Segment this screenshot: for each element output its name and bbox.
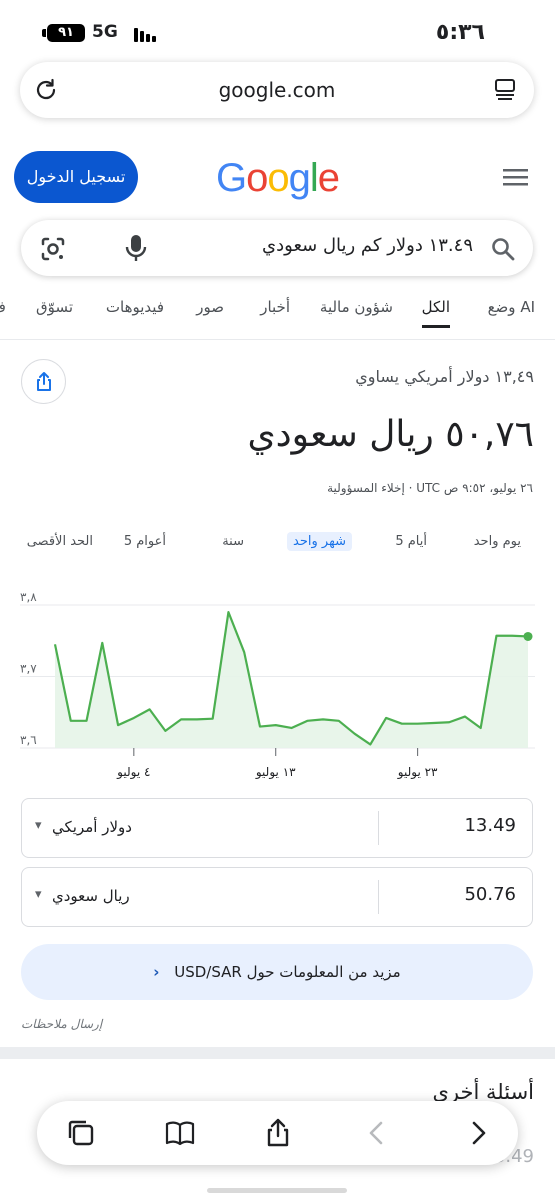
logo-letter: l (309, 156, 319, 200)
range-max[interactable]: الحد الأقصى (27, 534, 93, 549)
conversion-from-text: ١٣,٤٩ دولار أمريكي يساوي (355, 367, 534, 386)
from-amount-input[interactable]: 13.49 (464, 815, 516, 836)
tab-all[interactable]: الكل (421, 298, 450, 328)
network-type: 5G (92, 22, 118, 42)
more-info-label: مزيد من المعلومات حول USD/SAR (174, 963, 401, 981)
battery-nub (42, 29, 46, 37)
sign-in-button[interactable]: تسجيل الدخول (14, 151, 138, 203)
tab-images[interactable]: صور (196, 298, 224, 316)
logo-letter: g (288, 156, 311, 200)
battery-indicator: ٩١ (47, 24, 85, 42)
share-icon (37, 372, 51, 391)
to-currency-box[interactable]: 50.76 ريال سعودي ▾ (21, 867, 533, 927)
tab-more[interactable]: ف (0, 298, 6, 316)
search-tabs: وضع AI الكل شؤون مالية أخبار صور فيديوها… (0, 296, 555, 340)
logo-letter: e (317, 156, 340, 200)
chevron-left-icon: ‹ (153, 963, 160, 981)
y-tick-label: ٣,٨ (20, 590, 37, 604)
tab-news[interactable]: أخبار (260, 298, 290, 316)
from-currency-select[interactable]: دولار أمريكي (52, 818, 132, 836)
google-logo[interactable]: Google (216, 156, 340, 201)
bookmarks-icon[interactable] (164, 1117, 196, 1149)
forward-icon[interactable] (462, 1117, 494, 1149)
x-tick-label: ٤ يوليو (116, 765, 150, 780)
range-1-day[interactable]: يوم واحد (474, 534, 521, 549)
status-time: ٥:٣٦ (435, 20, 485, 45)
tab-finance[interactable]: شؤون مالية (320, 298, 393, 316)
range-1-year[interactable]: سنة (222, 534, 244, 549)
from-currency-box[interactable]: 13.49 دولار أمريكي ▾ (21, 798, 533, 858)
share-sheet-icon[interactable] (262, 1117, 294, 1149)
search-input[interactable]: ١٣.٤٩ دولار كم ريال سعودي (262, 235, 473, 256)
tab-ai-mode[interactable]: وضع AI (488, 298, 535, 316)
address-bar[interactable]: google.com (20, 62, 534, 118)
y-tick-label: ٣,٧ (20, 662, 37, 676)
logo-letter: o (267, 156, 289, 200)
divider (378, 880, 379, 914)
signal-icon (134, 26, 158, 42)
logo-letter: o (246, 156, 268, 200)
to-amount-input[interactable]: 50.76 (464, 884, 516, 905)
to-currency-select[interactable]: ريال سعودي (52, 887, 130, 905)
mic-icon[interactable] (122, 233, 150, 263)
reader-icon[interactable] (492, 77, 518, 103)
menu-icon[interactable] (503, 166, 528, 188)
range-5-days[interactable]: 5 أيام (395, 534, 427, 549)
divider (378, 811, 379, 845)
x-tick-label: ١٣ يوليو (255, 765, 296, 780)
tabs-icon[interactable] (65, 1117, 97, 1149)
send-feedback-link[interactable]: إرسال ملاحظات (21, 1017, 102, 1031)
url-text[interactable]: google.com (20, 78, 534, 102)
browser-toolbar (37, 1101, 518, 1165)
chevron-down-icon: ▾ (35, 818, 42, 833)
back-icon[interactable] (361, 1117, 393, 1149)
conversion-result: ٥٠,٧٦ ريال سعودي (247, 414, 534, 455)
share-button[interactable] (21, 359, 66, 404)
range-1-month[interactable]: شهر واحد (287, 532, 352, 551)
x-tick-label: ٢٣ يوليو (397, 765, 438, 780)
tab-shopping[interactable]: تسوّق (36, 298, 73, 316)
tab-videos[interactable]: فيديوهات (106, 298, 164, 316)
status-bar: ٩١ 5G ٥:٣٦ (0, 0, 555, 62)
y-tick-label: ٣,٦ (20, 733, 37, 747)
range-5-years[interactable]: 5 أعوام (124, 534, 166, 549)
google-lens-icon[interactable] (39, 235, 67, 263)
more-info-button[interactable]: مزيد من المعلومات حول USD/SAR ‹ (21, 944, 533, 1000)
search-icon[interactable] (489, 235, 517, 263)
conversion-date: ٢٦ يوليو، ٩:٥٢ ص UTC · إخلاء المسؤولية (327, 481, 533, 495)
section-divider (0, 1047, 555, 1059)
exchange-rate-chart[interactable]: ٣,٨ ٣,٧ ٣,٦ ٤ يوليو ١٣ يوليو ٢٣ يوليو (0, 585, 555, 785)
logo-letter: G (216, 156, 247, 200)
last-point-marker (523, 631, 533, 641)
chevron-down-icon: ▾ (35, 887, 42, 902)
home-indicator (207, 1188, 347, 1193)
search-box[interactable]: ١٣.٤٩ دولار كم ريال سعودي (21, 220, 533, 276)
